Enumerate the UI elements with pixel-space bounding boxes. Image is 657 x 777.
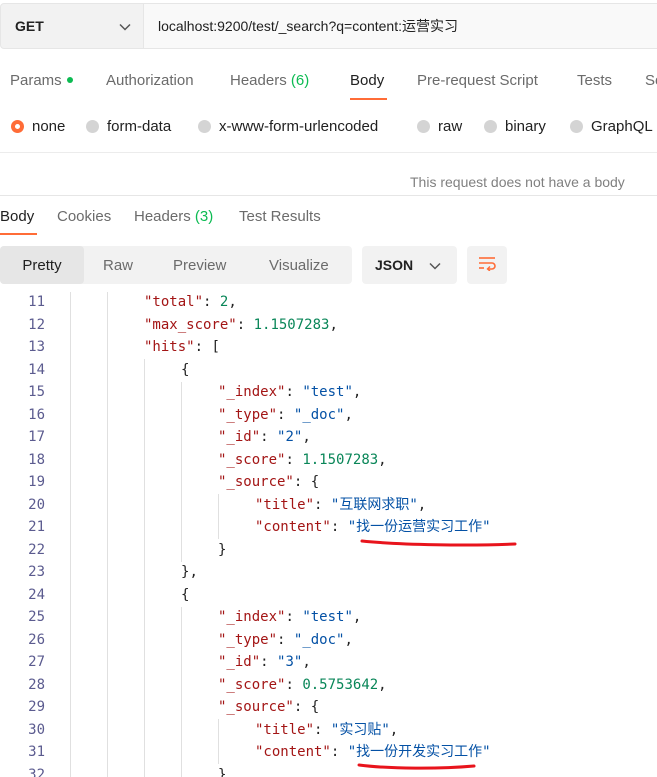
red-underline-mark	[360, 539, 517, 547]
red-underline-mark	[357, 763, 476, 770]
red-underline-annotations	[357, 539, 517, 770]
